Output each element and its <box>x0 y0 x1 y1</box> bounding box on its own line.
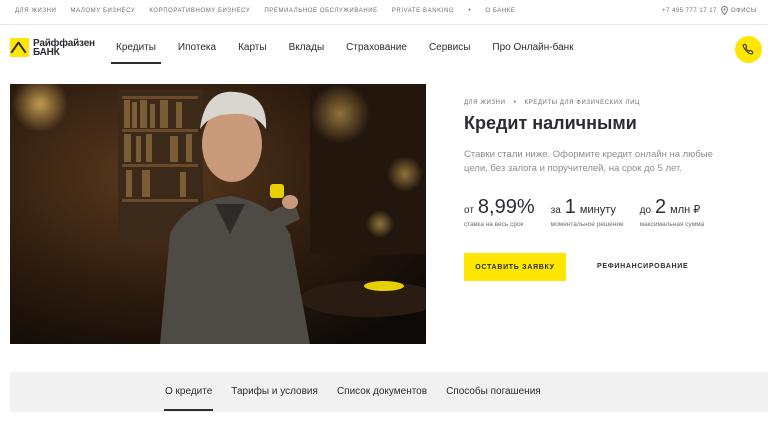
breadcrumb-link-personal-credits[interactable]: Кредиты для физических лиц <box>525 100 640 106</box>
nav-item-deposits[interactable]: Вклады <box>289 42 325 53</box>
logo-mark-icon <box>10 38 29 57</box>
segment-link-corporate[interactable]: Корпоративному бизнесу <box>149 8 250 14</box>
segment-nav: Для жизни Малому бизнесу Корпоративному … <box>15 7 529 14</box>
segment-link-life[interactable]: Для жизни <box>15 8 57 14</box>
loan-stats: от 8,99% ставка на весь срок за 1 минуту… <box>464 196 720 228</box>
section-tab-bar: О кредите Тарифы и условия Список докуме… <box>10 372 768 412</box>
tab-about-credit[interactable]: О кредите <box>163 386 214 411</box>
logo-wordmark: Райффайзен БАНК <box>33 38 95 58</box>
stat-time-prefix: за <box>550 205 561 216</box>
phone-number[interactable]: +7 495 777 17 17 <box>662 8 717 14</box>
segment-link-premium[interactable]: Премиальное обслуживание <box>264 8 377 14</box>
call-button[interactable] <box>735 36 762 63</box>
stat-amount-caption: максимальная сумма <box>639 221 705 228</box>
refinancing-link[interactable]: Рефинансирование <box>597 263 688 270</box>
nav-item-credits[interactable]: Кредиты <box>111 42 161 64</box>
hero-photo-illustration <box>10 84 426 344</box>
apply-button[interactable]: Оставить заявку <box>464 253 566 281</box>
nav-item-services[interactable]: Сервисы <box>429 42 470 53</box>
page-title: Кредит наличными <box>464 113 637 133</box>
breadcrumb-link-life[interactable]: Для жизни <box>464 100 506 106</box>
bank-logo[interactable]: Райффайзен БАНК <box>10 38 95 57</box>
nav-item-mortgage[interactable]: Ипотека <box>178 42 216 53</box>
tab-documents[interactable]: Список документов <box>337 386 427 397</box>
breadcrumb: Для жизни • Кредиты для физических лиц <box>464 99 640 106</box>
segment-link-small-business[interactable]: Малому бизнесу <box>71 8 136 14</box>
nav-item-cards[interactable]: Карты <box>238 42 267 53</box>
stat-amount-unit: млн ₽ <box>670 204 701 216</box>
stat-rate: от 8,99% ставка на весь срок <box>464 196 535 228</box>
stat-time-value: 1 <box>564 196 576 218</box>
stat-amount-value: 2 <box>655 196 667 218</box>
breadcrumb-separator: • <box>513 99 517 106</box>
offices-link[interactable]: Офисы <box>721 6 757 15</box>
phone-handset-icon <box>742 43 755 56</box>
nav-item-online-bank[interactable]: Про Онлайн-банк <box>492 42 573 53</box>
top-utility-bar: Для жизни Малому бизнесу Корпоративному … <box>0 0 768 25</box>
main-header: Райффайзен БАНК Кредиты Ипотека Карты Вк… <box>0 25 768 73</box>
nav-item-insurance[interactable]: Страхование <box>346 42 407 53</box>
stat-time-caption: моментальное решение <box>550 221 624 228</box>
main-nav: Кредиты Ипотека Карты Вклады Страхование… <box>111 42 596 64</box>
stat-rate-caption: ставка на весь срок <box>464 221 524 228</box>
section-tabs: О кредите Тарифы и условия Список докуме… <box>163 386 560 411</box>
offices-label: Офисы <box>731 7 757 14</box>
stat-amount-prefix: до <box>639 205 652 216</box>
tab-repayment[interactable]: Способы погашения <box>446 386 541 397</box>
location-pin-icon <box>721 6 728 15</box>
stat-max-amount: до 2 млн ₽ максимальная сумма <box>640 196 705 228</box>
logo-line-2: БАНК <box>33 46 60 58</box>
segment-link-private-banking[interactable]: Private Banking <box>392 8 454 14</box>
stat-rate-prefix: от <box>464 205 474 216</box>
page-description: Ставки стали ниже. Оформите кредит онлай… <box>464 149 713 174</box>
stat-decision-time: за 1 минуту моментальное решение <box>551 196 624 228</box>
stat-rate-value: 8,99% <box>477 196 535 218</box>
tab-tariffs[interactable]: Тарифы и условия <box>231 386 318 397</box>
stat-time-unit: минуту <box>579 204 616 216</box>
about-bank-link[interactable]: О банке <box>485 8 515 14</box>
separator-dot: • <box>468 7 472 14</box>
hero-photo <box>10 84 426 344</box>
